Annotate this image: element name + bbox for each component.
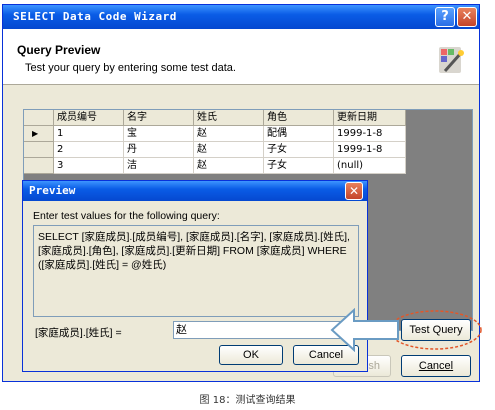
- table-cell[interactable]: 3: [54, 158, 124, 174]
- grid-corner: [24, 110, 54, 126]
- column-header[interactable]: 名字: [124, 110, 194, 126]
- preview-dialog: Preview ✕ Enter test values for the foll…: [22, 180, 368, 372]
- table-cell[interactable]: 丹: [124, 142, 194, 158]
- wizard-wand-icon: [439, 47, 464, 73]
- column-header[interactable]: 更新日期: [334, 110, 406, 126]
- column-header[interactable]: 成员编号: [54, 110, 124, 126]
- figure-caption: 图 18：测试查询结果: [199, 395, 296, 406]
- preview-close-button[interactable]: ✕: [345, 182, 363, 200]
- table-cell[interactable]: 宝: [124, 126, 194, 142]
- table-cell[interactable]: 配偶: [264, 126, 334, 142]
- highlight-ellipse: [388, 310, 482, 350]
- table-cell[interactable]: 子女: [264, 158, 334, 174]
- table-cell[interactable]: 洁: [124, 158, 194, 174]
- preview-instruction: Enter test values for the following quer…: [33, 210, 220, 222]
- column-header[interactable]: 角色: [264, 110, 334, 126]
- table-cell[interactable]: 1999-1-8: [334, 126, 406, 142]
- page-subtitle: Test your query by entering some test da…: [25, 62, 236, 74]
- preview-title-bar[interactable]: Preview ✕: [23, 181, 367, 201]
- row-header[interactable]: [24, 142, 54, 158]
- cancel-button[interactable]: Cancel: [401, 355, 471, 377]
- page-title: Query Preview: [17, 43, 101, 57]
- row-header[interactable]: [24, 158, 54, 174]
- ok-button[interactable]: OK: [219, 345, 283, 365]
- table-cell[interactable]: 1999-1-8: [334, 142, 406, 158]
- table-cell[interactable]: 1: [54, 126, 124, 142]
- table-cell[interactable]: 赵: [194, 126, 264, 142]
- table-cell[interactable]: 子女: [264, 142, 334, 158]
- close-button[interactable]: ✕: [457, 7, 477, 27]
- parameter-label: [家庭成员].[姓氏] =: [35, 327, 122, 339]
- column-header[interactable]: 姓氏: [194, 110, 264, 126]
- annotation-arrow-icon: [330, 308, 399, 352]
- wizard-title-bar[interactable]: SELECT Data Code Wizard ? ✕: [3, 5, 479, 29]
- help-button[interactable]: ?: [435, 7, 455, 27]
- wizard-title: SELECT Data Code Wizard: [13, 10, 177, 23]
- preview-title: Preview: [29, 184, 76, 197]
- table-cell[interactable]: (null): [334, 158, 406, 174]
- table-cell[interactable]: 2: [54, 142, 124, 158]
- current-row-indicator-icon[interactable]: ▶: [24, 126, 54, 142]
- wizard-header: Query Preview Test your query by enterin…: [3, 29, 479, 85]
- table-cell[interactable]: 赵: [194, 158, 264, 174]
- query-text-box: SELECT [家庭成员].[成员编号], [家庭成员].[名字], [家庭成员…: [33, 225, 359, 317]
- table-cell[interactable]: 赵: [194, 142, 264, 158]
